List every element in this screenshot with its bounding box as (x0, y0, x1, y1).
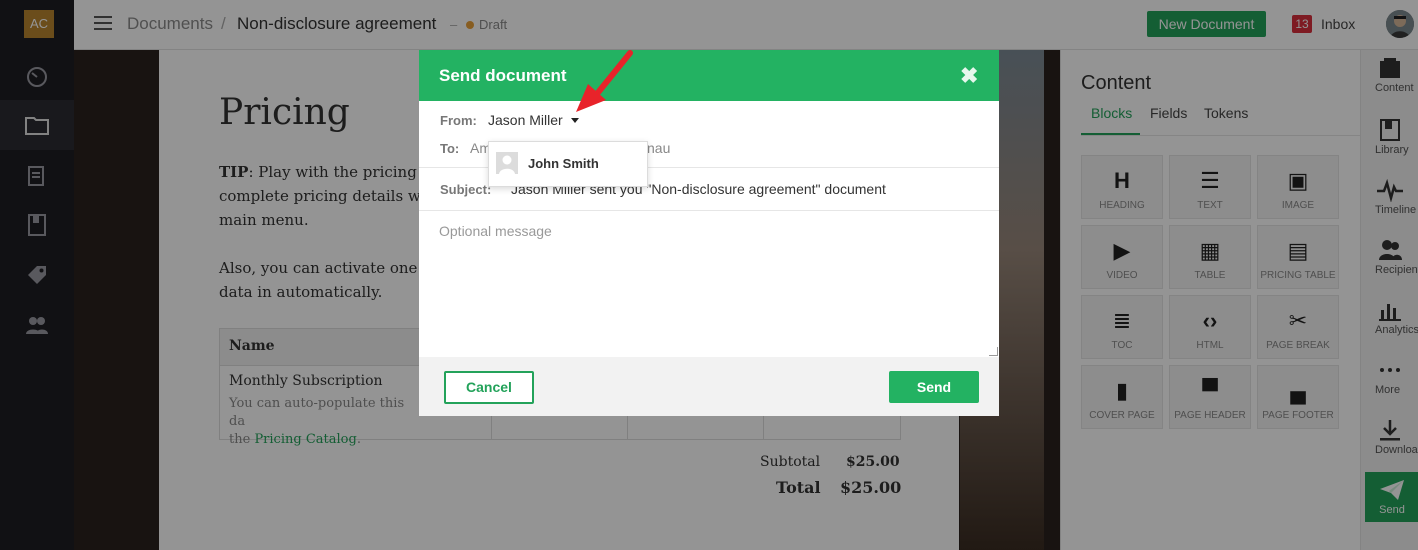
dialog-title: Send document (439, 66, 567, 85)
from-dropdown: John Smith (488, 141, 648, 187)
from-select[interactable]: Jason Miller (488, 112, 563, 128)
dropdown-option-john-smith[interactable]: John Smith (528, 156, 599, 171)
send-button[interactable]: Send (889, 371, 979, 403)
dialog-footer: Cancel Send (419, 357, 999, 416)
annotation-arrow-icon (576, 50, 633, 112)
cancel-button[interactable]: Cancel (444, 371, 534, 404)
chevron-down-icon[interactable] (571, 118, 579, 123)
resize-handle-icon[interactable] (989, 347, 998, 356)
user-placeholder-icon (496, 152, 518, 174)
to-field-tail[interactable]: nau (647, 140, 670, 156)
message-placeholder: Optional message (439, 223, 552, 239)
send-document-dialog: Send document ✖ From: Jason Miller To: A… (419, 50, 999, 416)
subject-label: Subject: (440, 182, 492, 197)
close-icon[interactable]: ✖ (960, 63, 978, 89)
to-label: To: (440, 141, 460, 156)
message-textarea[interactable]: Optional message (419, 211, 999, 356)
dialog-header: Send document ✖ (419, 50, 999, 101)
from-label: From: (440, 113, 477, 128)
